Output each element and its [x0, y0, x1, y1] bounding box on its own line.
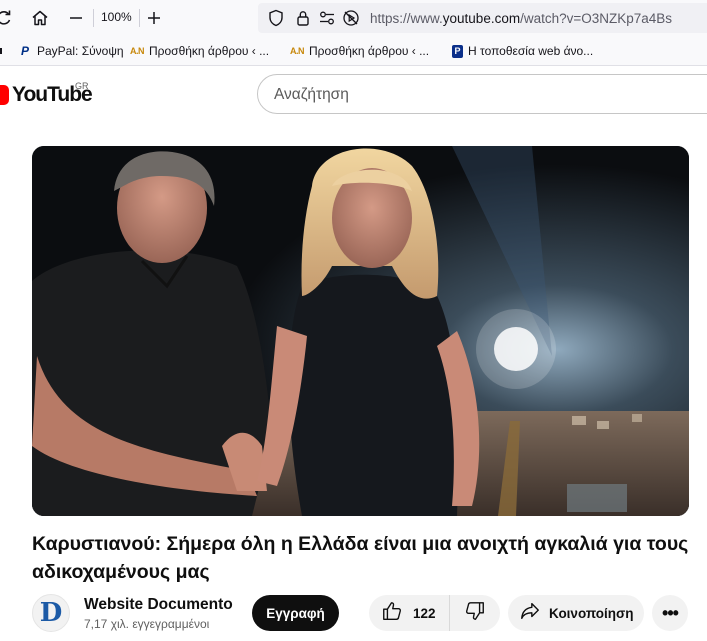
an-favicon-icon: A.N — [290, 46, 305, 56]
video-frame — [32, 146, 689, 516]
subscribe-label: Εγγραφή — [266, 605, 325, 621]
channel-avatar[interactable]: D — [32, 594, 70, 632]
channel-logo-letter: D — [39, 598, 63, 628]
bookmark-label: PayPal: Σύνοψη — [37, 44, 124, 58]
bookmark-overflow-edge — [0, 48, 5, 54]
address-bar[interactable]: https://www.youtube.com/watch?v=O3NZKp7a… — [258, 3, 707, 33]
zoom-level[interactable]: 100% — [101, 10, 132, 24]
subscribe-button[interactable]: Εγγραφή — [252, 595, 339, 631]
thumbs-up-icon — [381, 600, 403, 627]
autoplay-blocked-icon[interactable] — [342, 9, 360, 27]
channel-name[interactable]: Website Documento — [84, 596, 233, 614]
video-title: Καρυστιανού: Σήμερα όλη η Ελλάδα είναι μ… — [32, 533, 689, 583]
paypal-favicon-icon: P — [20, 44, 29, 58]
browser-toolbar: 100% https://www.youtube.com/watch?v=O3N… — [0, 0, 707, 36]
bookmark-item-website[interactable]: P Η τοποθεσία web άνο... — [452, 44, 593, 58]
thumbs-down-icon — [464, 600, 486, 627]
url-path: /watch?v=O3NZKp7a4Bs — [520, 11, 673, 26]
search-placeholder: Αναζήτηση — [274, 86, 349, 103]
youtube-play-icon — [0, 85, 9, 105]
bookmark-label: Προσθήκη άρθρου ‹ ... — [149, 44, 270, 58]
search-input[interactable]: Αναζήτηση — [257, 74, 707, 114]
shield-icon[interactable] — [267, 9, 285, 27]
bookmark-label: Προσθήκη άρθρου ‹ ... — [309, 44, 430, 58]
share-icon — [519, 600, 541, 627]
site-favicon-icon: P — [452, 44, 463, 58]
toolbar-divider — [139, 9, 140, 27]
permissions-icon[interactable] — [318, 9, 336, 27]
url-host: youtube.com — [442, 11, 521, 26]
like-dislike-group: 122 — [369, 595, 500, 631]
video-player[interactable] — [32, 146, 689, 516]
bookmark-item-add-article-2[interactable]: A.N Προσθήκη άρθρου ‹ ... — [290, 44, 429, 58]
home-icon[interactable] — [30, 8, 50, 28]
url-text[interactable]: https://www.youtube.com/watch?v=O3NZKp7a… — [370, 11, 672, 26]
bookmark-item-add-article-1[interactable]: A.N Προσθήκη άρθρου ‹ ... — [130, 44, 269, 58]
like-button[interactable]: 122 — [369, 595, 450, 631]
share-label: Κοινοποίηση — [549, 605, 634, 621]
like-count: 122 — [413, 605, 436, 621]
lock-icon[interactable] — [294, 9, 312, 27]
url-prefix: https://www. — [370, 11, 443, 26]
bookmarks-bar: P PayPal: Σύνοψη A.N Προσθήκη άρθρου ‹ .… — [0, 36, 707, 66]
share-button[interactable]: Κοινοποίηση — [508, 595, 644, 631]
bookmark-label: Η τοποθεσία web άνο... — [468, 44, 594, 58]
dislike-button[interactable] — [450, 595, 500, 631]
zoom-in-icon[interactable] — [144, 8, 164, 28]
subscriber-count: 7,17 χιλ. εγγεγραμμένοι — [84, 617, 210, 631]
more-horizontal-icon: ••• — [662, 602, 679, 623]
more-actions-button[interactable]: ••• — [652, 595, 688, 631]
an-favicon-icon: A.N — [130, 46, 145, 56]
zoom-out-icon[interactable] — [66, 8, 86, 28]
toolbar-divider — [93, 9, 94, 27]
bookmark-item-paypal[interactable]: P PayPal: Σύνοψη — [18, 44, 124, 58]
region-code: GR — [75, 81, 89, 91]
reload-icon[interactable] — [0, 8, 14, 28]
